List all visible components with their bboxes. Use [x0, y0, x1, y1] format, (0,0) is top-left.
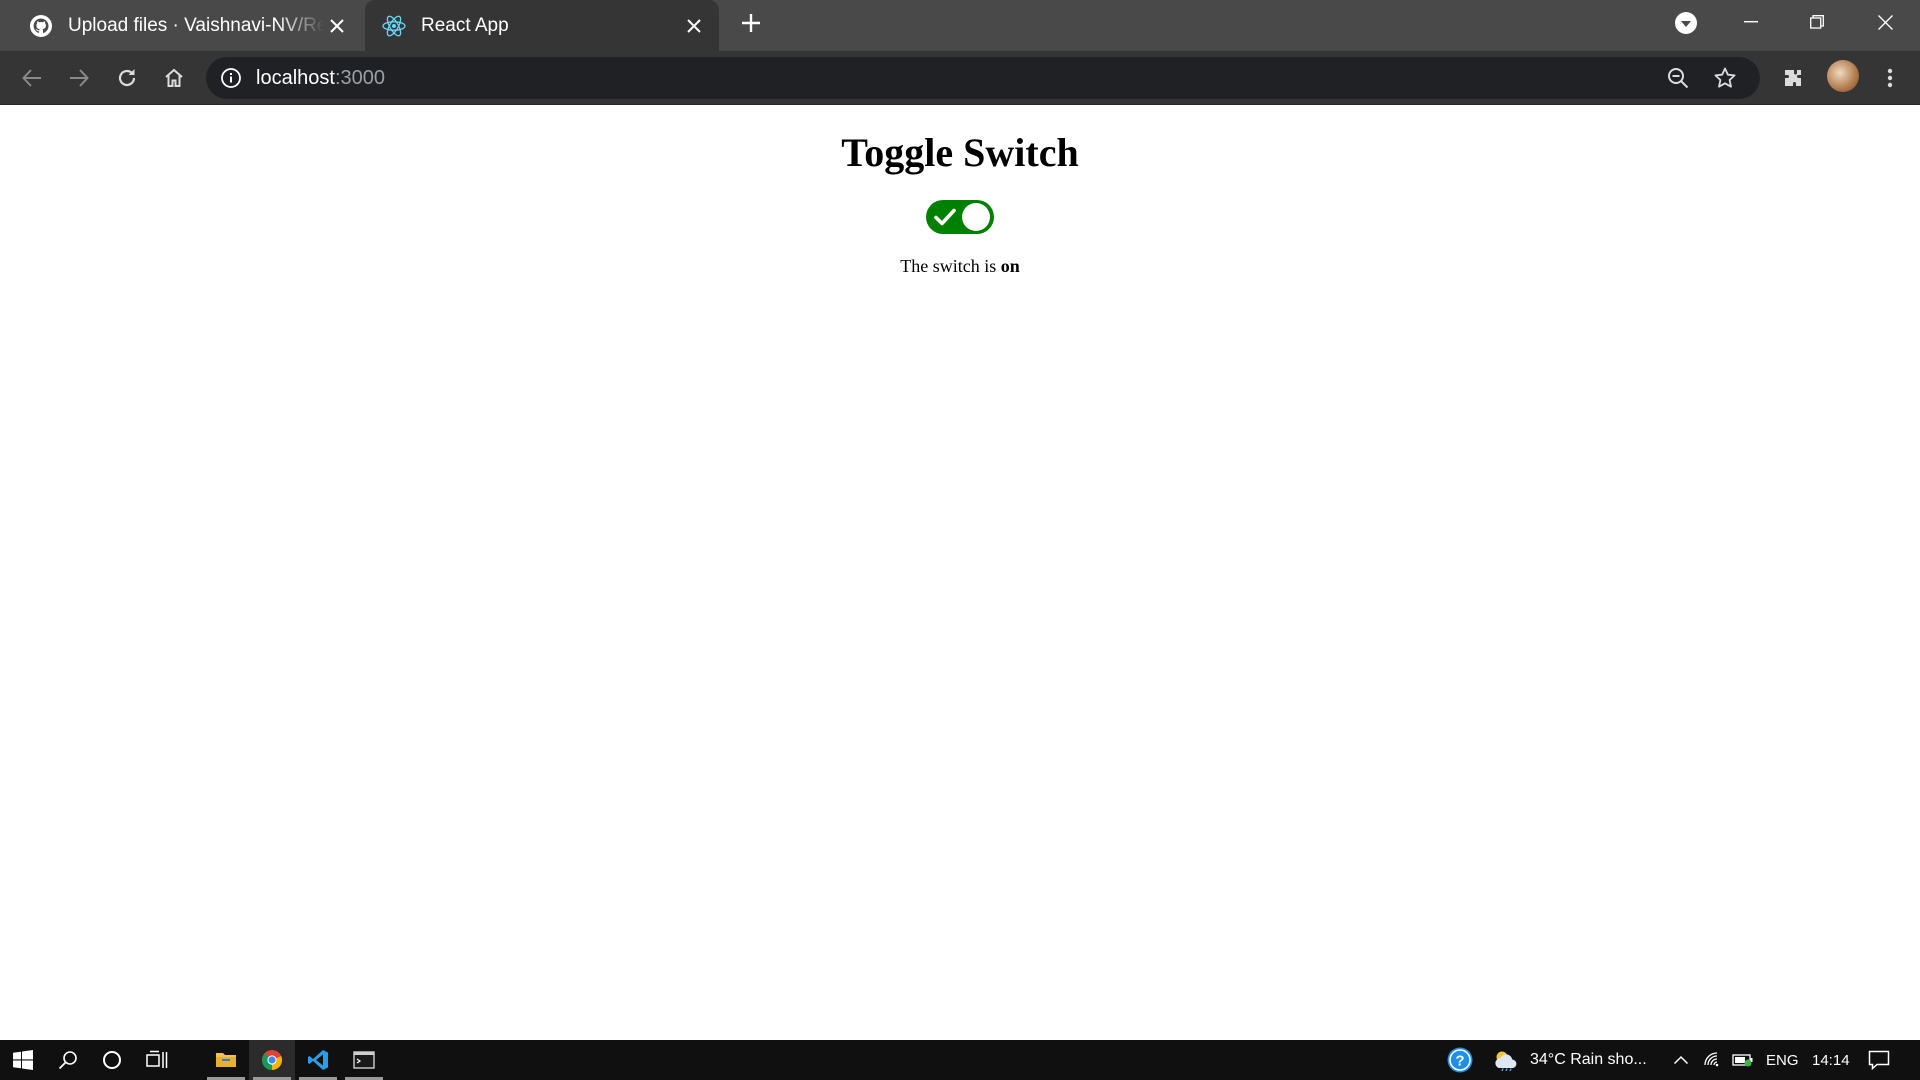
- url-port: :3000: [334, 67, 385, 89]
- weather-text[interactable]: 34°C Rain sho...: [1530, 1040, 1647, 1080]
- tab-upload-files[interactable]: Upload files · Vaishnavi-NV/React: [16, 0, 362, 51]
- browser-tabstrip: Upload files · Vaishnavi-NV/React React …: [0, 0, 1920, 51]
- browser-toolbar: localhost:3000: [0, 51, 1920, 105]
- tab-title: React App: [421, 14, 509, 36]
- weather-icon[interactable]: [1483, 1040, 1529, 1080]
- back-icon[interactable]: [17, 63, 47, 93]
- react-icon: [381, 13, 407, 39]
- page-content: Toggle Switch The switch is on: [0, 106, 1920, 1040]
- tab-search-icon[interactable]: [1675, 12, 1697, 34]
- windows-taskbar: ? 34°C Rain sho... ENG 14:14: [0, 1040, 1920, 1080]
- reload-icon[interactable]: [112, 63, 142, 93]
- zoom-icon[interactable]: [1666, 66, 1690, 95]
- help-icon[interactable]: ?: [1437, 1040, 1483, 1080]
- forward-icon[interactable]: [64, 63, 94, 93]
- file-explorer-icon[interactable]: [203, 1040, 249, 1080]
- cortana-icon[interactable]: [89, 1040, 135, 1080]
- tab-close-icon[interactable]: [324, 13, 350, 39]
- minimize-icon[interactable]: [1718, 0, 1784, 44]
- windows-start-icon[interactable]: [0, 1040, 46, 1080]
- new-tab-button[interactable]: [736, 10, 766, 40]
- notification-icon[interactable]: [1856, 1040, 1902, 1080]
- address-bar[interactable]: localhost:3000: [206, 57, 1760, 99]
- close-window-icon[interactable]: [1852, 0, 1918, 44]
- site-info-icon[interactable]: [220, 67, 242, 89]
- vscode-icon[interactable]: [295, 1040, 341, 1080]
- url-host: localhost: [256, 67, 335, 89]
- toggle-switch[interactable]: [926, 200, 994, 234]
- toggle-knob[interactable]: [962, 203, 990, 231]
- page-title: Toggle Switch: [841, 130, 1079, 175]
- status-prefix: The switch is: [900, 256, 997, 276]
- clock[interactable]: 14:14: [1812, 1040, 1850, 1080]
- checkmark-icon: [934, 208, 956, 231]
- tab-close-icon[interactable]: [681, 13, 707, 39]
- tab-react-app[interactable]: React App: [365, 0, 719, 51]
- chrome-icon[interactable]: [249, 1040, 295, 1080]
- home-icon[interactable]: [159, 63, 189, 93]
- menu-icon[interactable]: [1875, 63, 1905, 93]
- extensions-icon[interactable]: [1778, 63, 1808, 93]
- restore-icon[interactable]: [1784, 0, 1850, 44]
- url-text[interactable]: localhost:3000: [256, 67, 385, 90]
- switch-status-text: The switch is on: [0, 256, 1920, 277]
- tab-title: Upload files · Vaishnavi-NV/React: [68, 14, 324, 36]
- status-value: on: [1000, 256, 1020, 276]
- bookmark-star-icon[interactable]: [1713, 66, 1737, 95]
- svg-text:?: ?: [1455, 1053, 1464, 1070]
- language-indicator[interactable]: ENG: [1766, 1040, 1799, 1080]
- search-icon[interactable]: [45, 1040, 91, 1080]
- terminal-icon[interactable]: [341, 1040, 387, 1080]
- task-view-icon[interactable]: [134, 1040, 180, 1080]
- github-icon: [28, 13, 54, 39]
- profile-avatar[interactable]: [1827, 60, 1859, 92]
- battery-icon[interactable]: [1720, 1040, 1766, 1080]
